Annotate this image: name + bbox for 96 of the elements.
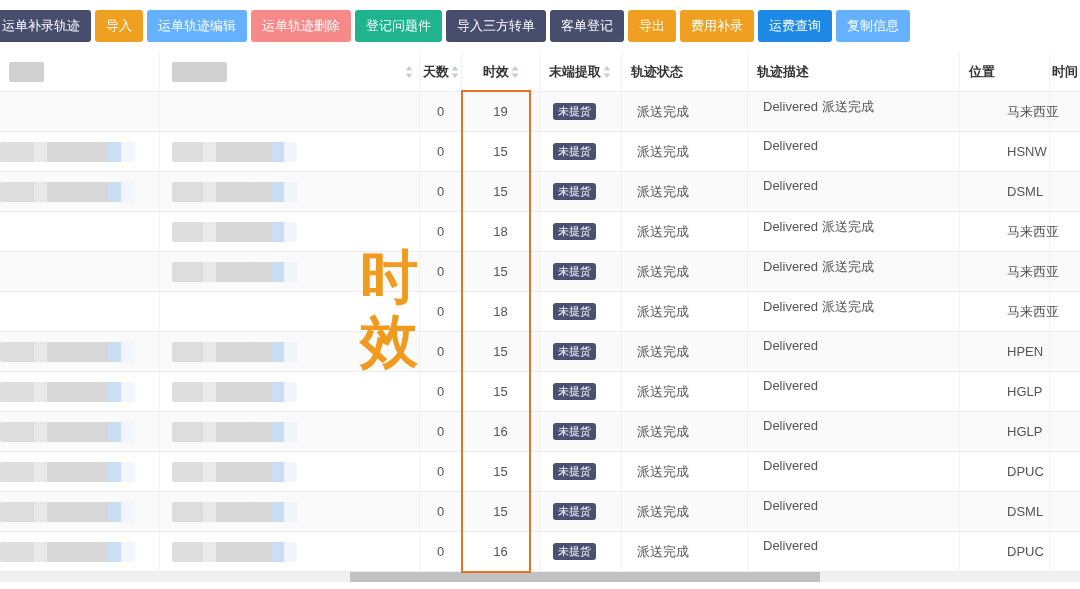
table-cell: 15: [493, 264, 508, 279]
status-tag: 未提货: [553, 103, 596, 120]
status-tag: 未提货: [553, 543, 596, 560]
table-cell: 0: [436, 304, 445, 319]
sort-icon[interactable]: [510, 64, 519, 79]
table-cell: HPEN: [1007, 344, 1044, 359]
table-cell: 派送完成: [637, 222, 689, 241]
table-cell: Delivered 派送完成: [763, 218, 874, 236]
table-cell: DSML: [1007, 504, 1044, 519]
toolbar-button[interactable]: 客单登记: [550, 10, 624, 42]
toolbar-button[interactable]: 运单轨迹删除: [251, 10, 351, 42]
table-cell: 0: [436, 264, 445, 279]
table-cell: 0: [436, 544, 445, 559]
table-cell: 0: [436, 144, 445, 159]
status-tag: 未提货: [553, 383, 596, 400]
status-tag: 未提货: [553, 143, 596, 160]
toolbar-button[interactable]: 运费查询: [758, 10, 832, 42]
table-cell: Delivered: [763, 178, 818, 193]
table-cell: Delivered 派送完成: [763, 258, 874, 276]
sort-icon[interactable]: [450, 64, 459, 79]
annotation-label: 时效: [360, 245, 418, 373]
table-cell: 0: [436, 104, 445, 119]
table-cell: 18: [493, 304, 508, 319]
table-cell: Delivered: [763, 418, 818, 433]
table-cell: 马来西亚: [1007, 222, 1059, 241]
toolbar-button[interactable]: 导入三方转单: [446, 10, 546, 42]
table-cell: Delivered 派送完成: [763, 298, 874, 316]
status-tag: 未提货: [553, 183, 596, 200]
column-header: 末端提取: [549, 62, 601, 81]
table-cell: 派送完成: [637, 382, 689, 401]
table-cell: 派送完成: [637, 422, 689, 441]
toolbar-button[interactable]: 复制信息: [836, 10, 910, 42]
column-header: 时效: [482, 62, 509, 81]
table-cell: HGLP: [1007, 384, 1043, 399]
table-cell: 15: [493, 144, 508, 159]
table-cell: 15: [493, 184, 508, 199]
toolbar-button[interactable]: 费用补录: [680, 10, 754, 42]
table-cell: 0: [436, 224, 445, 239]
table-cell: 16: [493, 424, 508, 439]
table-cell: 0: [436, 384, 445, 399]
table-cell: Delivered: [763, 498, 818, 513]
table-cell: 0: [436, 344, 445, 359]
table-cell: Delivered: [763, 538, 818, 553]
table-cell: Delivered 派送完成: [763, 98, 874, 116]
table-cell: Delivered: [763, 378, 818, 393]
table-cell: 派送完成: [637, 262, 689, 281]
status-tag: 未提货: [553, 463, 596, 480]
toolbar-button[interactable]: 运单轨迹编辑: [147, 10, 247, 42]
table-cell: Delivered: [763, 338, 818, 353]
toolbar-button[interactable]: 登记问题件: [355, 10, 442, 42]
table-cell: 16: [493, 544, 508, 559]
table-cell: 0: [436, 424, 445, 439]
table-cell: 0: [436, 464, 445, 479]
table-cell: 0: [436, 184, 445, 199]
table-cell: DPUC: [1007, 464, 1044, 479]
table-cell: 派送完成: [637, 302, 689, 321]
table-cell: 派送完成: [637, 342, 689, 361]
table-cell: 派送完成: [637, 462, 689, 481]
column-header: 位置: [969, 62, 995, 81]
table-cell: 派送完成: [637, 542, 689, 561]
column-header: 轨迹描述: [757, 62, 809, 81]
table-cell: DSML: [1007, 184, 1044, 199]
status-tag: 未提货: [553, 423, 596, 440]
column-header: 天数: [422, 62, 449, 81]
toolbar-button[interactable]: 导出: [628, 10, 676, 42]
table-cell: 马来西亚: [1007, 102, 1059, 121]
column-header: 轨迹状态: [631, 62, 683, 81]
status-tag: 未提货: [553, 503, 596, 520]
column-header: 时间: [1052, 62, 1078, 81]
status-tag: 未提货: [553, 303, 596, 320]
table-cell: Delivered: [763, 138, 818, 153]
table-cell: 18: [493, 224, 508, 239]
sort-icon[interactable]: [603, 64, 611, 79]
table-cell: 派送完成: [637, 182, 689, 201]
table-cell: 0: [436, 504, 445, 519]
table-cell: 15: [493, 504, 508, 519]
table-cell: 马来西亚: [1007, 262, 1059, 281]
table-cell: 派送完成: [637, 142, 689, 161]
table-cell: Delivered: [763, 458, 818, 473]
table-cell: 15: [493, 344, 508, 359]
table-cell: HSNW: [1007, 144, 1047, 159]
horizontal-scrollbar[interactable]: [0, 572, 1080, 582]
status-tag: 未提货: [553, 343, 596, 360]
table-cell: DPUC: [1007, 544, 1044, 559]
sort-icon[interactable]: [405, 64, 413, 79]
table-cell: 派送完成: [637, 502, 689, 521]
status-tag: 未提货: [553, 223, 596, 240]
table-cell: HGLP: [1007, 424, 1043, 439]
table-cell: 派送完成: [637, 102, 689, 121]
status-tag: 未提货: [553, 263, 596, 280]
table-cell: 19: [493, 104, 508, 119]
toolbar-button[interactable]: 运单补录轨迹: [0, 10, 91, 42]
table-cell: 马来西亚: [1007, 302, 1059, 321]
table-cell: 15: [493, 384, 508, 399]
toolbar-button[interactable]: 导入: [95, 10, 143, 42]
table-cell: 15: [493, 464, 508, 479]
